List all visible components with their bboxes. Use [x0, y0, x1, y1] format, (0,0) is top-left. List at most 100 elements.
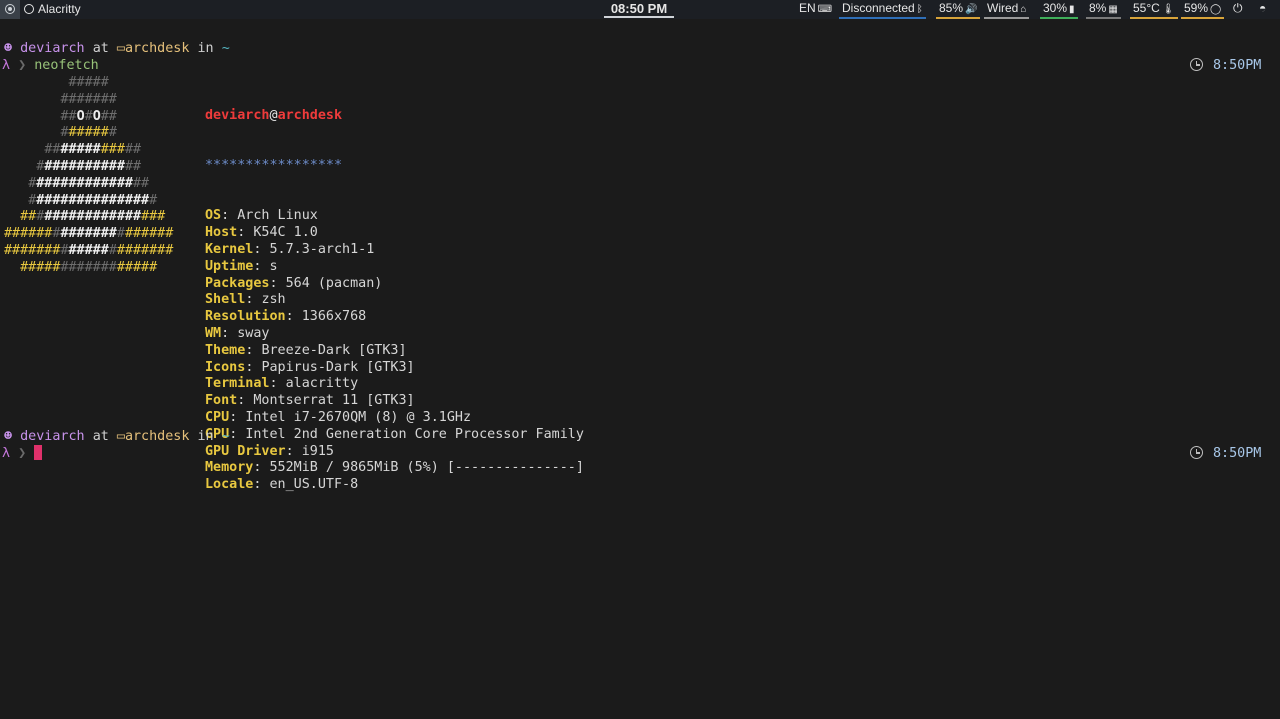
- alien-icon: ☻: [4, 429, 13, 444]
- ascii-logo: ##### ####### ##O#O## ####### ##########…: [4, 75, 173, 277]
- battery-icon: ▮: [1069, 4, 1075, 15]
- separator: *****************: [205, 157, 343, 173]
- ascii-row: ############: [44, 142, 142, 158]
- field-value: 552MiB / 9865MiB (5%) [---------------]: [269, 460, 584, 476]
- field-value: Papirus-Dark [GTK3]: [261, 359, 415, 375]
- clock[interactable]: 08:50 PM: [604, 1, 674, 18]
- field-key: OS: [205, 208, 222, 224]
- field-key: Uptime: [205, 258, 254, 274]
- field-value: sway: [237, 325, 270, 341]
- ascii-row: #####: [68, 75, 109, 90]
- volume-icon: 🔊: [965, 4, 978, 15]
- field-key: Shell: [205, 292, 246, 308]
- field-key: WM: [205, 325, 222, 341]
- power-button[interactable]: ⏻: [1230, 1, 1246, 19]
- field-key: Theme: [205, 342, 246, 358]
- field-value: Montserrat 11 [GTK3]: [253, 393, 415, 409]
- field-value: zsh: [261, 292, 286, 308]
- network-module[interactable]: Wired ⌂: [984, 1, 1030, 19]
- field-value: 5.7.3-arch1-1: [269, 241, 375, 257]
- field-value: en_US.UTF-8: [269, 477, 359, 493]
- cpu-circle-icon: ◯: [1210, 4, 1222, 15]
- info-field-shell: Shell: zsh: [205, 292, 286, 308]
- prompt-line: λ ❯ neofetch: [2, 58, 99, 73]
- field-key: GPU Driver: [205, 443, 286, 459]
- field-value: Intel i7-2670QM (8) @ 3.1GHz: [245, 409, 472, 425]
- ascii-row: #######: [60, 91, 117, 107]
- field-value: s: [269, 258, 278, 274]
- ascii-row: ###############: [28, 175, 150, 191]
- info-fields: OS: Arch Linux Host: K54C 1.0 Kernel: 5.7.…: [205, 208, 584, 494]
- field-value: Breeze-Dark [GTK3]: [261, 342, 407, 358]
- field-key: Resolution: [205, 309, 286, 325]
- prompt-header: ☻ deviarch at ▭archdesk in ~: [4, 41, 230, 56]
- laptop-icon: ▭: [116, 41, 125, 56]
- field-key: Terminal: [205, 376, 270, 392]
- field-value: 1366x768: [301, 309, 367, 325]
- info-field-packages: Packages: 564 (pacman): [205, 275, 383, 291]
- ascii-row: #############: [36, 158, 142, 174]
- memory-module[interactable]: 8% ▦: [1086, 1, 1121, 19]
- prompt-time: 8:50PM: [1190, 445, 1261, 462]
- field-value: Arch Linux: [237, 208, 318, 224]
- ascii-row: #######: [60, 125, 117, 141]
- info-field-locale: Locale: en_US.UTF-8: [205, 477, 359, 493]
- info-field-memory: Memory: 552MiB / 9865MiB (5%) [---------…: [205, 460, 584, 476]
- volume-module[interactable]: 85% 🔊: [936, 1, 981, 19]
- ascii-row: #####################: [4, 226, 174, 242]
- temperature-module[interactable]: 55°C 🌡: [1130, 1, 1178, 19]
- ascii-row: #####################: [4, 242, 174, 258]
- field-value: alacritty: [285, 376, 359, 392]
- field-key: Kernel: [205, 241, 254, 257]
- info-field-cpu: CPU: Intel i7-2670QM (8) @ 3.1GHz: [205, 409, 472, 425]
- field-key: Packages: [205, 275, 270, 291]
- window-icon: [24, 4, 34, 14]
- field-value: 564 (pacman): [285, 275, 383, 291]
- field-value: K54C 1.0: [253, 225, 318, 241]
- terminal-window[interactable]: ☻ deviarch at ▭archdesk in ~ λ ❯ neofetc…: [0, 19, 1280, 719]
- power-icon: ⏻: [1233, 1, 1243, 15]
- command-text: neofetch: [34, 58, 99, 73]
- ascii-row: ##################: [20, 209, 166, 225]
- prompt-time: 8:50PM: [1190, 57, 1261, 74]
- language-module[interactable]: EN ⌨: [796, 1, 835, 19]
- bluetooth-icon: ᛒ: [916, 4, 923, 15]
- alien-icon: ☻: [4, 41, 13, 56]
- clock-icon: [1190, 58, 1203, 71]
- info-field-uptime: Uptime: s: [205, 258, 278, 274]
- ascii-row: #################: [20, 259, 158, 275]
- ascii-row: ################: [28, 192, 158, 208]
- thermometer-icon: 🌡: [1161, 4, 1175, 15]
- prompt-line[interactable]: λ ❯: [2, 445, 43, 462]
- bluetooth-module[interactable]: Disconnected ᛒ: [839, 1, 926, 19]
- battery-module[interactable]: 30% ▮: [1040, 1, 1078, 19]
- info-field-gpu: GPU: Intel 2nd Generation Core Processor…: [205, 426, 584, 442]
- info-field-gpu-driver: GPU Driver: i915: [205, 443, 334, 459]
- wired-icon: ⌂: [1020, 4, 1027, 15]
- info-field-icons: Icons: Papirus-Dark [GTK3]: [205, 359, 415, 375]
- text-cursor[interactable]: [34, 445, 43, 460]
- info-field-resolution: Resolution: 1366x768: [205, 309, 367, 325]
- info-field-theme: Theme: Breeze-Dark [GTK3]: [205, 342, 407, 358]
- menu-icon: ◓: [1259, 1, 1267, 15]
- info-field-host: Host: K54C 1.0: [205, 225, 318, 241]
- info-field-kernel: Kernel: 5.7.3-arch1-1: [205, 241, 375, 257]
- field-value: Intel 2nd Generation Core Processor Fami…: [245, 426, 584, 442]
- field-key: Icons: [205, 359, 246, 375]
- info-field-font: Font: Montserrat 11 [GTK3]: [205, 393, 415, 409]
- cpu-module[interactable]: 59% ◯: [1181, 1, 1225, 19]
- field-value: i915: [301, 443, 334, 459]
- laptop-icon: ▭: [116, 429, 125, 444]
- field-key: Memory: [205, 460, 254, 476]
- info-field-wm: WM: sway: [205, 325, 270, 341]
- field-key: Host: [205, 225, 238, 241]
- prompt-header: ☻ deviarch at ▭archdesk in ~: [4, 429, 230, 444]
- keyboard-icon: ⌨: [817, 4, 833, 15]
- workspace-button[interactable]: [0, 0, 20, 19]
- user-host-line: deviarch@archdesk: [205, 107, 343, 123]
- info-field-terminal: Terminal: alacritty: [205, 376, 359, 392]
- workspace-icon: [5, 4, 15, 14]
- top-bar: Alacritty 08:50 PM EN ⌨ Disconnected ᛒ 85%…: [0, 0, 1280, 19]
- menu-button[interactable]: ◓: [1256, 1, 1269, 19]
- info-field-os: OS: Arch Linux: [205, 208, 318, 224]
